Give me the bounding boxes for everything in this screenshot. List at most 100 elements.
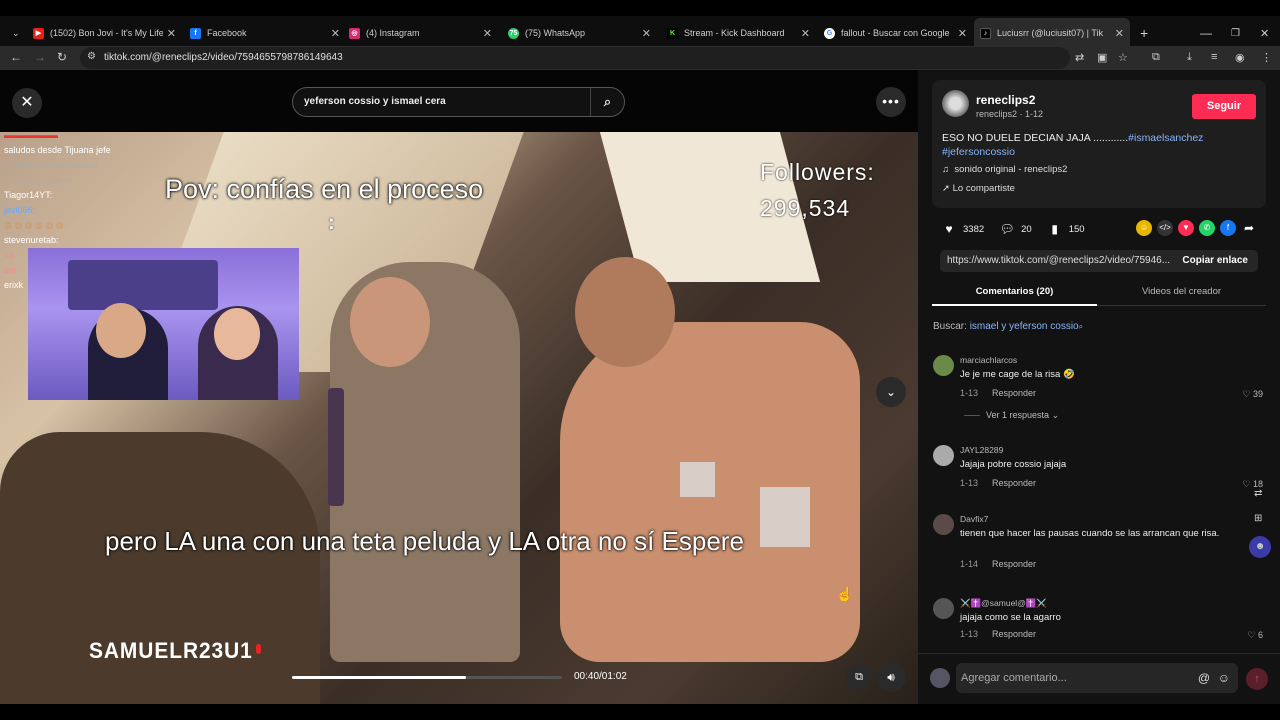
- grid-icon[interactable]: ⊞: [1254, 513, 1271, 524]
- url-field[interactable]: tiktok.com/@reneclips2/video/75946557987…: [80, 47, 1070, 69]
- mention-icon[interactable]: @: [1198, 663, 1210, 693]
- view-replies-button[interactable]: Ver 1 respuesta ⌄: [964, 410, 1059, 421]
- close-icon[interactable]: ✕: [331, 27, 340, 40]
- search-icon[interactable]: ⌕: [590, 88, 624, 116]
- comment-input[interactable]: Agregar comentario... @ ☺: [956, 663, 1238, 693]
- screen-bottom-edge: [0, 704, 1280, 720]
- copy-link-button[interactable]: Copiar enlace: [1182, 250, 1248, 272]
- comment-like-button[interactable]: ♡ 39: [1242, 389, 1263, 400]
- reload-icon[interactable]: ↻: [57, 50, 67, 64]
- creator-username[interactable]: reneclips2: [976, 93, 1035, 107]
- translate-icon[interactable]: ⇄: [1075, 51, 1084, 64]
- reply-button[interactable]: Responder: [992, 629, 1036, 639]
- commenter-avatar[interactable]: [933, 514, 954, 535]
- commenter-name[interactable]: marciachlarcos: [960, 355, 1017, 365]
- comment-text: Je je me cage de la risa 🤣: [960, 369, 1075, 380]
- commenter-name[interactable]: JAYL28289: [960, 445, 1003, 455]
- reply-button[interactable]: Responder: [992, 559, 1036, 569]
- emoji-icon[interactable]: ☺: [1218, 663, 1230, 693]
- whatsapp-icon: 75: [508, 27, 519, 39]
- embed-icon[interactable]: </>: [1157, 220, 1173, 236]
- avatar[interactable]: [942, 90, 969, 117]
- next-video-button[interactable]: ⌄: [876, 377, 906, 407]
- media-control-icon[interactable]: ≡: [1211, 51, 1217, 63]
- followers-overlay: Followers: 299,534: [760, 154, 875, 226]
- volume-button[interactable]: 🔊︎: [876, 662, 906, 692]
- search-input[interactable]: yeferson cossio y ismael cera ⌕: [292, 87, 625, 117]
- minimize-button[interactable]: —: [1194, 20, 1218, 46]
- tab-whatsapp[interactable]: 75 (75) WhatsApp ✕: [502, 20, 657, 46]
- hashtag-link[interactable]: #jefersoncossio: [942, 146, 1015, 158]
- reply-button[interactable]: Responder: [992, 388, 1036, 398]
- commenter-avatar[interactable]: [933, 598, 954, 619]
- like-button[interactable]: ♥ 3382: [940, 220, 984, 238]
- tab-instagram[interactable]: ◎ (4) Instagram ✕: [343, 20, 498, 46]
- video-progress-bar[interactable]: [292, 676, 562, 679]
- chat-line: ◍ ◍ ◍ ◍ ◍ ◍: [4, 220, 64, 230]
- video-player[interactable]: ▬▬▬▬▬▬ saludos desde Tijuana jefe ▭▭▭▭▭▭…: [0, 70, 918, 720]
- bookmark-star-icon[interactable]: ☆: [1118, 51, 1128, 64]
- close-icon[interactable]: ✕: [1115, 27, 1124, 40]
- save-button[interactable]: ▮ 150: [1046, 220, 1084, 238]
- commenter-avatar[interactable]: [933, 445, 954, 466]
- repost-icon[interactable]: ☺: [1136, 220, 1152, 236]
- extensions-icon[interactable]: ⧉: [1152, 51, 1160, 64]
- video-link[interactable]: https://www.tiktok.com/@reneclips2/video…: [947, 250, 1177, 272]
- tab-tiktok[interactable]: ♪ Luciusrr (@luciusit07) | Tik ✕: [974, 18, 1130, 48]
- follow-button[interactable]: Seguir: [1192, 94, 1256, 119]
- heart-icon: ♥: [945, 222, 953, 236]
- tab-comments[interactable]: Comentarios (20): [932, 286, 1097, 306]
- comment-meta: 1-13 Responder: [960, 388, 1037, 398]
- close-icon[interactable]: ✕: [958, 27, 967, 40]
- download-icon[interactable]: ⤓: [1187, 51, 1192, 64]
- bookmark-icon: ▮: [1051, 222, 1059, 236]
- chat-line: ▭▭▭▭▭▭▭▭▭▭▭: [4, 160, 98, 170]
- commenter-name[interactable]: ⚔️✝️@samuel@✝️⚔️: [960, 598, 1047, 609]
- reply-button[interactable]: Responder: [992, 478, 1036, 488]
- chat-line: ▬▬▬▬▬▬: [4, 130, 58, 140]
- send-comment-button[interactable]: ↑: [1246, 668, 1268, 690]
- commenter-avatar[interactable]: [933, 355, 954, 376]
- assistant-icon[interactable]: ☻: [1249, 536, 1271, 558]
- restore-button[interactable]: ❐: [1225, 20, 1246, 46]
- comment-button[interactable]: 💬︎ 20: [998, 220, 1032, 238]
- tab-list-button[interactable]: ⌄: [6, 20, 22, 46]
- facebook-share-icon[interactable]: f: [1220, 220, 1236, 236]
- whatsapp-share-icon[interactable]: ✆: [1199, 220, 1215, 236]
- youtube-icon: ▶: [33, 27, 44, 39]
- new-tab-button[interactable]: +: [1134, 20, 1154, 46]
- tab-google[interactable]: Gfallout - Buscar con Google ✕: [818, 20, 973, 46]
- close-icon[interactable]: ✕: [642, 27, 651, 40]
- related-search[interactable]: Buscar: ismael y yeferson cossio⌕: [933, 321, 1083, 332]
- tab-creator-videos[interactable]: Videos del creador: [1097, 286, 1266, 297]
- close-icon[interactable]: ✕: [483, 27, 492, 40]
- commenter-name[interactable]: Davfix7: [960, 514, 988, 524]
- tab-facebook[interactable]: f Facebook ✕: [184, 20, 346, 46]
- shared-indicator: ➚ Lo compartiste: [942, 183, 1015, 194]
- more-share-icon[interactable]: ➦: [1241, 220, 1257, 236]
- translate-icon[interactable]: ⇄: [1254, 488, 1271, 499]
- more-options-button[interactable]: •••: [876, 87, 906, 117]
- profile-icon[interactable]: ◉: [1235, 51, 1245, 64]
- comment-icon: 💬︎: [999, 222, 1015, 236]
- close-video-button[interactable]: ✕: [12, 88, 42, 118]
- streamer-face: [96, 303, 146, 358]
- window-close-button[interactable]: ✕: [1254, 20, 1275, 46]
- forward-icon[interactable]: →: [34, 50, 46, 64]
- install-app-icon[interactable]: ▣: [1097, 51, 1107, 64]
- watermark-accent: [256, 644, 261, 654]
- close-icon[interactable]: ✕: [167, 27, 176, 40]
- comment-meta: 1-13 Responder: [960, 478, 1037, 488]
- back-icon[interactable]: ←: [10, 50, 22, 64]
- tab-kick[interactable]: K Stream - Kick Dashboard ✕: [661, 20, 816, 46]
- site-info-icon[interactable]: ⚙: [87, 51, 96, 62]
- browser-menu-icon[interactable]: ⋮: [1261, 51, 1272, 64]
- sound-link[interactable]: ♫ sonido original - reneclips2: [942, 164, 1067, 175]
- send-icon[interactable]: ▼: [1178, 220, 1194, 236]
- close-icon[interactable]: ✕: [801, 27, 810, 40]
- tab-youtube[interactable]: ▶(1502) Bon Jovi - It's My Life (O✕: [27, 20, 182, 46]
- comment-like-button[interactable]: ♡ 6: [1247, 630, 1263, 641]
- picture-in-picture-button[interactable]: ⧉: [846, 664, 872, 690]
- hashtag-link[interactable]: #ismaelsanchez: [1128, 132, 1203, 144]
- address-bar-row: ← → ↻ tiktok.com/@reneclips2/video/75946…: [0, 46, 1280, 70]
